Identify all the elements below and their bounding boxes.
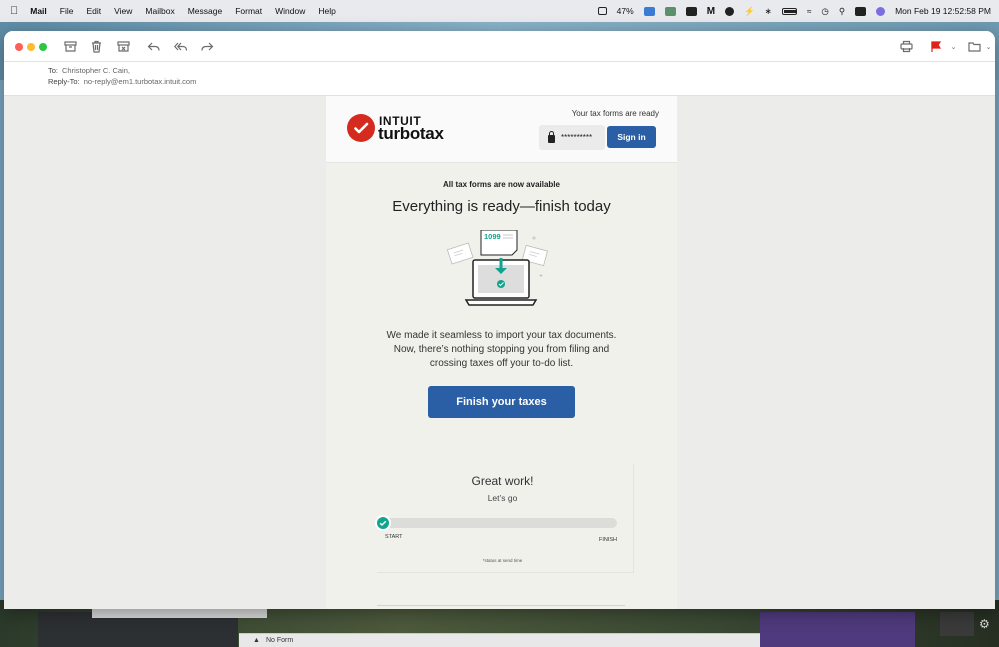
chevron-up-icon: ▲ [253, 637, 260, 644]
message-toolbar: ⌄ ⌄ [4, 31, 995, 62]
move-to-folder-icon[interactable] [967, 39, 982, 54]
check-badge-icon [497, 280, 505, 288]
background-strip-text: No Form [265, 637, 294, 644]
reply-icon[interactable] [146, 39, 161, 54]
menu-app-mail[interactable]: Mail [30, 6, 47, 16]
clock-datetime[interactable]: Mon Feb 19 12:52:58 PM [895, 6, 991, 16]
progress-finish-label: FINISH [599, 537, 618, 543]
menu-help[interactable]: Help [318, 6, 335, 16]
battery-percent[interactable]: 47% [617, 6, 634, 16]
to-label: To: [48, 66, 59, 75]
trash-icon[interactable] [89, 39, 104, 54]
menu-mailbox[interactable]: Mailbox [145, 6, 174, 16]
forms-ready-text: Your tax forms are ready [571, 109, 659, 118]
background-window [760, 612, 915, 647]
email-headline: Everything is ready—finish today [392, 198, 611, 215]
malwarebytes-icon[interactable]: M [707, 6, 715, 17]
progress-card: Great work! Let’s go START FINISH *statu… [375, 464, 634, 573]
bolt-icon[interactable]: ⚡ [744, 6, 755, 17]
sign-in-button[interactable]: Sign in [607, 126, 656, 148]
time-machine-icon[interactable]: ◷ [821, 6, 828, 17]
brand-turbotax[interactable]: turbotax [378, 124, 444, 144]
menu-window[interactable]: Window [275, 6, 305, 16]
menu-format[interactable]: Format [235, 6, 262, 16]
junk-icon[interactable] [116, 39, 131, 54]
body-line: crossing taxes off your to-do list. [429, 358, 574, 369]
menu-bar:  Mail File Edit View Mailbox Message Fo… [0, 0, 999, 22]
to-row: To: Christopher C. Cain, [48, 66, 130, 75]
wifi-icon[interactable]: ≈ [807, 6, 812, 16]
siri-icon[interactable] [876, 6, 886, 16]
email-eyebrow-title: All tax forms are now available [443, 180, 560, 189]
menu-message[interactable]: Message [188, 6, 223, 16]
apple-icon[interactable]:  [10, 5, 18, 17]
body-line: Now, there’s nothing stopping you from f… [393, 344, 610, 355]
progress-start-label: START [385, 534, 403, 540]
cloud-tray-icon[interactable] [685, 6, 697, 16]
menu-bar-tray: 47% M ⚡ ∗ ≈ ◷ ⚲ Mon Feb 19 12:52:58 PM [597, 0, 991, 22]
to-value[interactable]: Christopher C. Cain, [62, 66, 130, 75]
progress-title: Great work! [471, 474, 534, 488]
password-mask: ********** [561, 133, 593, 142]
menu-file[interactable]: File [60, 6, 74, 16]
background-window-strip: ▲ No Form [239, 633, 760, 647]
progress-bar [375, 515, 617, 531]
email-header-bar: INTUIT turbotax Your tax forms are ready… [326, 96, 677, 163]
background-window [940, 612, 974, 636]
masked-password-box: ********** [539, 125, 605, 150]
form-1099-icon: 1099 [480, 230, 518, 256]
email-divider [377, 605, 625, 606]
turbotax-email: INTUIT turbotax Your tax forms are ready… [326, 96, 677, 609]
menu-view[interactable]: View [114, 6, 132, 16]
reply-to-row: Reply-To: no-reply@em1.turbotax.intuit.c… [48, 77, 196, 86]
flag-menu-chevron-icon[interactable]: ⌄ [946, 39, 961, 54]
mail-message-window: ⌄ ⌄ To: Christopher C. Cain, Reply-To: n… [4, 31, 995, 609]
archive-icon[interactable] [63, 39, 78, 54]
control-center-icon[interactable] [855, 6, 867, 16]
reply-all-icon[interactable] [173, 39, 188, 54]
message-header: To: Christopher C. Cain, Reply-To: no-re… [4, 62, 995, 96]
folder-menu-chevron-icon[interactable]: ⌄ [981, 39, 995, 54]
forward-icon[interactable] [200, 39, 215, 54]
email-body-text: We made it seamless to import your tax d… [366, 329, 637, 371]
search-icon[interactable]: ⚲ [839, 6, 845, 17]
turbotax-check-logo-icon[interactable] [347, 114, 375, 142]
reply-to-value[interactable]: no-reply@em1.turbotax.intuit.com [84, 77, 197, 86]
battery-status-icon[interactable] [597, 7, 607, 15]
form-1099-label: 1099 [484, 232, 501, 241]
note-tray-icon[interactable] [664, 6, 676, 16]
lock-icon [548, 130, 555, 143]
flag-icon[interactable] [928, 39, 943, 54]
sync-tray-icon[interactable] [725, 6, 735, 16]
print-icon[interactable] [899, 39, 914, 54]
zoom-window-button[interactable] [39, 43, 47, 51]
status-note: *status at send time [482, 558, 523, 563]
paper-form-left-icon [446, 242, 474, 265]
menu-edit[interactable]: Edit [86, 6, 101, 16]
minimize-window-button[interactable] [27, 43, 35, 51]
finish-your-taxes-button[interactable]: Finish your taxes [428, 386, 575, 418]
bluetooth-icon[interactable]: ∗ [765, 6, 772, 17]
body-line: We made it seamless to import your tax d… [386, 330, 617, 341]
gear-icon[interactable]: ⚙ [979, 617, 990, 631]
battery-icon[interactable] [781, 7, 797, 15]
progress-check-icon [375, 515, 391, 531]
laptop-1099-illustration: 1099 [446, 230, 548, 306]
progress-subtitle: Let’s go [487, 493, 518, 503]
close-window-button[interactable] [15, 43, 23, 51]
message-body: INTUIT turbotax Your tax forms are ready… [4, 96, 995, 609]
reply-to-label: Reply-To: [48, 77, 80, 86]
app-tray-icon[interactable] [643, 6, 655, 16]
